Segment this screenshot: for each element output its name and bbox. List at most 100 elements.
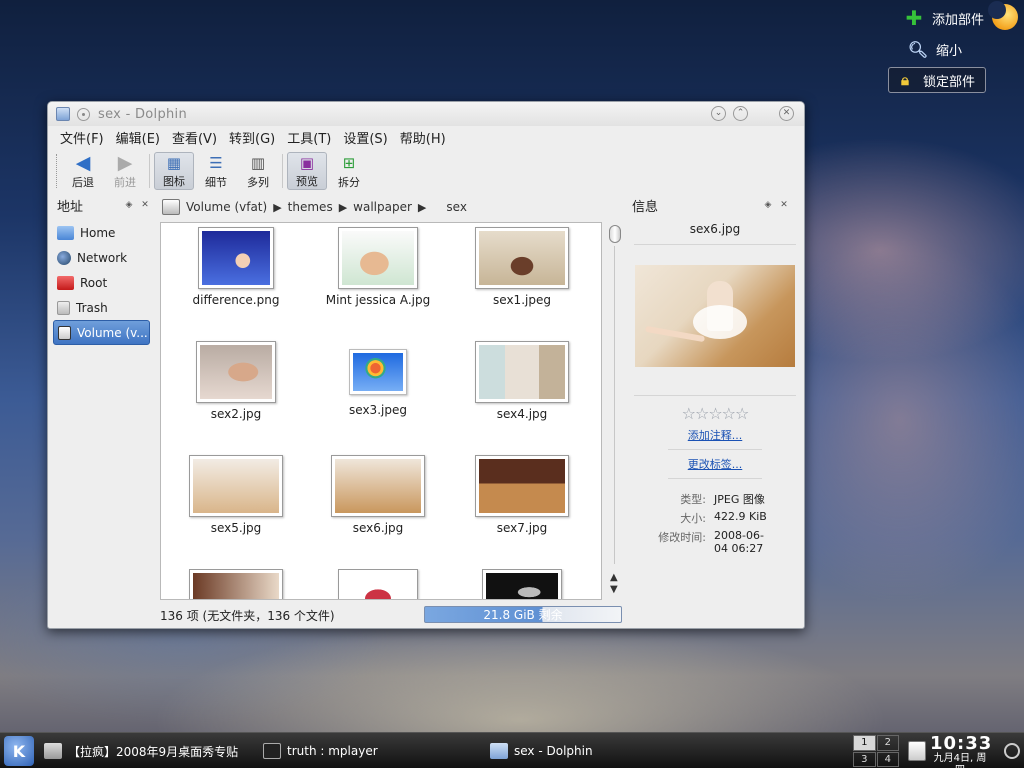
file-name: difference.png <box>192 293 280 307</box>
place-home-label: Home <box>80 225 116 240</box>
dolphin-app-icon[interactable] <box>56 107 70 121</box>
file-item[interactable]: sex6.jpg <box>313 455 443 535</box>
icons-label: 图标 <box>163 175 185 188</box>
rating-stars[interactable]: ☆☆☆☆☆ <box>628 404 802 423</box>
close-button[interactable]: ✕ <box>779 106 794 121</box>
crumb-themes[interactable]: themes <box>288 200 333 214</box>
details-view-button[interactable]: ☰ 细节 <box>196 152 236 190</box>
drive-icon <box>58 325 71 340</box>
menu-view[interactable]: 查看(V) <box>166 128 223 147</box>
scroll-track[interactable] <box>614 246 615 564</box>
file-item[interactable]: sex4.jpg <box>457 341 587 421</box>
icon-view[interactable]: difference.png Mint jessica A.jpg sex1.j… <box>160 222 602 600</box>
detail-view-icon: ☰ <box>209 154 223 172</box>
modified-value: 2008-06-04 06:27 <box>714 529 764 555</box>
file-item[interactable]: sex7.jpg <box>457 455 587 535</box>
zoom-out-button[interactable]: 🔍︎ 缩小 <box>908 38 984 60</box>
columns-label: 多列 <box>247 176 269 189</box>
toolbar-grip[interactable] <box>56 154 59 188</box>
menu-settings[interactable]: 设置(S) <box>337 128 393 147</box>
icons-view-button[interactable]: ▦ 图标 <box>154 152 194 190</box>
file-name: sex7.jpg <box>496 521 548 535</box>
chevron-right-icon[interactable]: ▶ <box>418 201 426 214</box>
power-icon[interactable] <box>1004 743 1020 759</box>
pager-desktop-3[interactable]: 3 <box>853 751 876 767</box>
main-toolbar: ◀ 后退 ▶ 前进 ▦ 图标 ☰ 细节 ▥ 多列 ▣ 预览 ⊞ 拆分 <box>48 148 804 192</box>
file-item[interactable]: difference.png <box>171 227 301 307</box>
file-item[interactable]: sex3.jpeg <box>313 341 443 417</box>
menu-edit[interactable]: 编辑(E) <box>110 128 166 147</box>
close-panel-icon[interactable]: ✕ <box>778 199 790 211</box>
preview-button[interactable]: ▣ 预览 <box>287 152 327 190</box>
title-bar[interactable]: sex - Dolphin ⌄ ⌃ ✕ <box>48 102 804 126</box>
place-home[interactable]: Home <box>53 220 153 245</box>
pager-desktop-4[interactable]: 4 <box>876 751 899 767</box>
pager-desktop-2[interactable]: 2 <box>876 735 899 751</box>
vertical-scrollbar[interactable]: ▲ ▼ <box>608 222 622 600</box>
close-panel-icon[interactable]: ✕ <box>139 199 151 211</box>
cashew-icon[interactable] <box>988 1 1018 30</box>
file-thumbnail <box>189 569 283 599</box>
maximize-button[interactable]: ⌃ <box>733 106 748 121</box>
place-network[interactable]: Network <box>53 245 153 270</box>
place-volume[interactable]: Volume (v... <box>53 320 150 345</box>
file-item[interactable]: sex2.jpg <box>171 341 301 421</box>
kde-menu-button[interactable]: K <box>4 736 34 766</box>
crumb-wallpaper[interactable]: wallpaper <box>353 200 412 214</box>
dolphin-icon <box>490 743 508 759</box>
file-item[interactable] <box>313 569 443 599</box>
task-browser[interactable]: 【拉疯】2008年9月桌面秀专贴 <box>44 738 238 764</box>
file-item[interactable]: sex1.jpeg <box>457 227 587 307</box>
add-comment-link[interactable]: 添加注释... <box>628 427 802 443</box>
chevron-right-icon[interactable]: ▶ <box>273 201 281 214</box>
clock-time: 10:33 <box>930 733 993 754</box>
task-dolphin[interactable]: sex - Dolphin <box>490 738 593 764</box>
minimize-button[interactable]: ⌄ <box>711 106 726 121</box>
scroll-up-icon[interactable]: ▲ <box>610 572 618 583</box>
file-item[interactable] <box>171 569 301 599</box>
drive-icon[interactable] <box>162 199 180 215</box>
place-root-label: Root <box>80 275 108 290</box>
add-widgets-button[interactable]: ✚ 添加部件 <box>904 6 984 30</box>
divider <box>668 478 762 479</box>
menu-go[interactable]: 转到(G) <box>223 128 281 147</box>
change-tags-link[interactable]: 更改标签... <box>628 456 802 472</box>
menu-help[interactable]: 帮助(H) <box>394 128 452 147</box>
place-root[interactable]: Root <box>53 270 153 295</box>
file-item[interactable]: Mint jessica A.jpg <box>313 227 443 307</box>
place-trash[interactable]: Trash <box>53 295 153 320</box>
scroll-handle[interactable] <box>609 225 621 243</box>
columns-view-button[interactable]: ▥ 多列 <box>238 152 278 190</box>
sticky-icon[interactable] <box>77 107 90 121</box>
file-thumbnail <box>475 341 569 403</box>
menu-tools[interactable]: 工具(T) <box>281 128 337 147</box>
float-panel-icon[interactable]: ◈ <box>762 199 774 211</box>
forward-button[interactable]: ▶ 前进 <box>105 152 145 190</box>
clock[interactable]: 10:33 九月4日, 周四 <box>930 733 993 768</box>
crumb-volume[interactable]: Volume (vfat) <box>186 200 267 214</box>
lock-widgets-button[interactable]: 🔒︎ 锁定部件 <box>887 67 986 93</box>
desktop-pager: 1 2 3 4 <box>853 735 899 767</box>
clipboard-icon[interactable] <box>908 741 926 761</box>
place-trash-label: Trash <box>76 300 108 315</box>
toolbar-separator <box>282 154 283 188</box>
forward-label: 前进 <box>114 176 136 189</box>
split-button[interactable]: ⊞ 拆分 <box>329 152 369 190</box>
crumb-sex[interactable]: sex <box>446 200 467 214</box>
clock-date: 九月4日, 周四 <box>933 753 987 768</box>
task-terminal[interactable]: truth : mplayer <box>263 738 378 764</box>
pager-desktop-1[interactable]: 1 <box>853 735 876 751</box>
back-button[interactable]: ◀ 后退 <box>63 152 103 190</box>
divider <box>668 449 762 450</box>
menu-file[interactable]: 文件(F) <box>54 128 110 147</box>
file-thumbnail <box>475 227 569 289</box>
float-panel-icon[interactable]: ◈ <box>123 199 135 211</box>
file-item[interactable]: sex5.jpg <box>171 455 301 535</box>
chevron-right-icon[interactable]: ▶ <box>339 201 347 214</box>
window-title: sex - Dolphin <box>98 106 188 122</box>
taskbar: K 【拉疯】2008年9月桌面秀专贴 truth : mplayer sex -… <box>0 732 1024 768</box>
split-view-icon: ⊞ <box>342 154 356 172</box>
file-item[interactable] <box>457 569 587 599</box>
scroll-down-icon[interactable]: ▼ <box>610 584 618 595</box>
icon-view-icon: ▦ <box>166 154 182 172</box>
